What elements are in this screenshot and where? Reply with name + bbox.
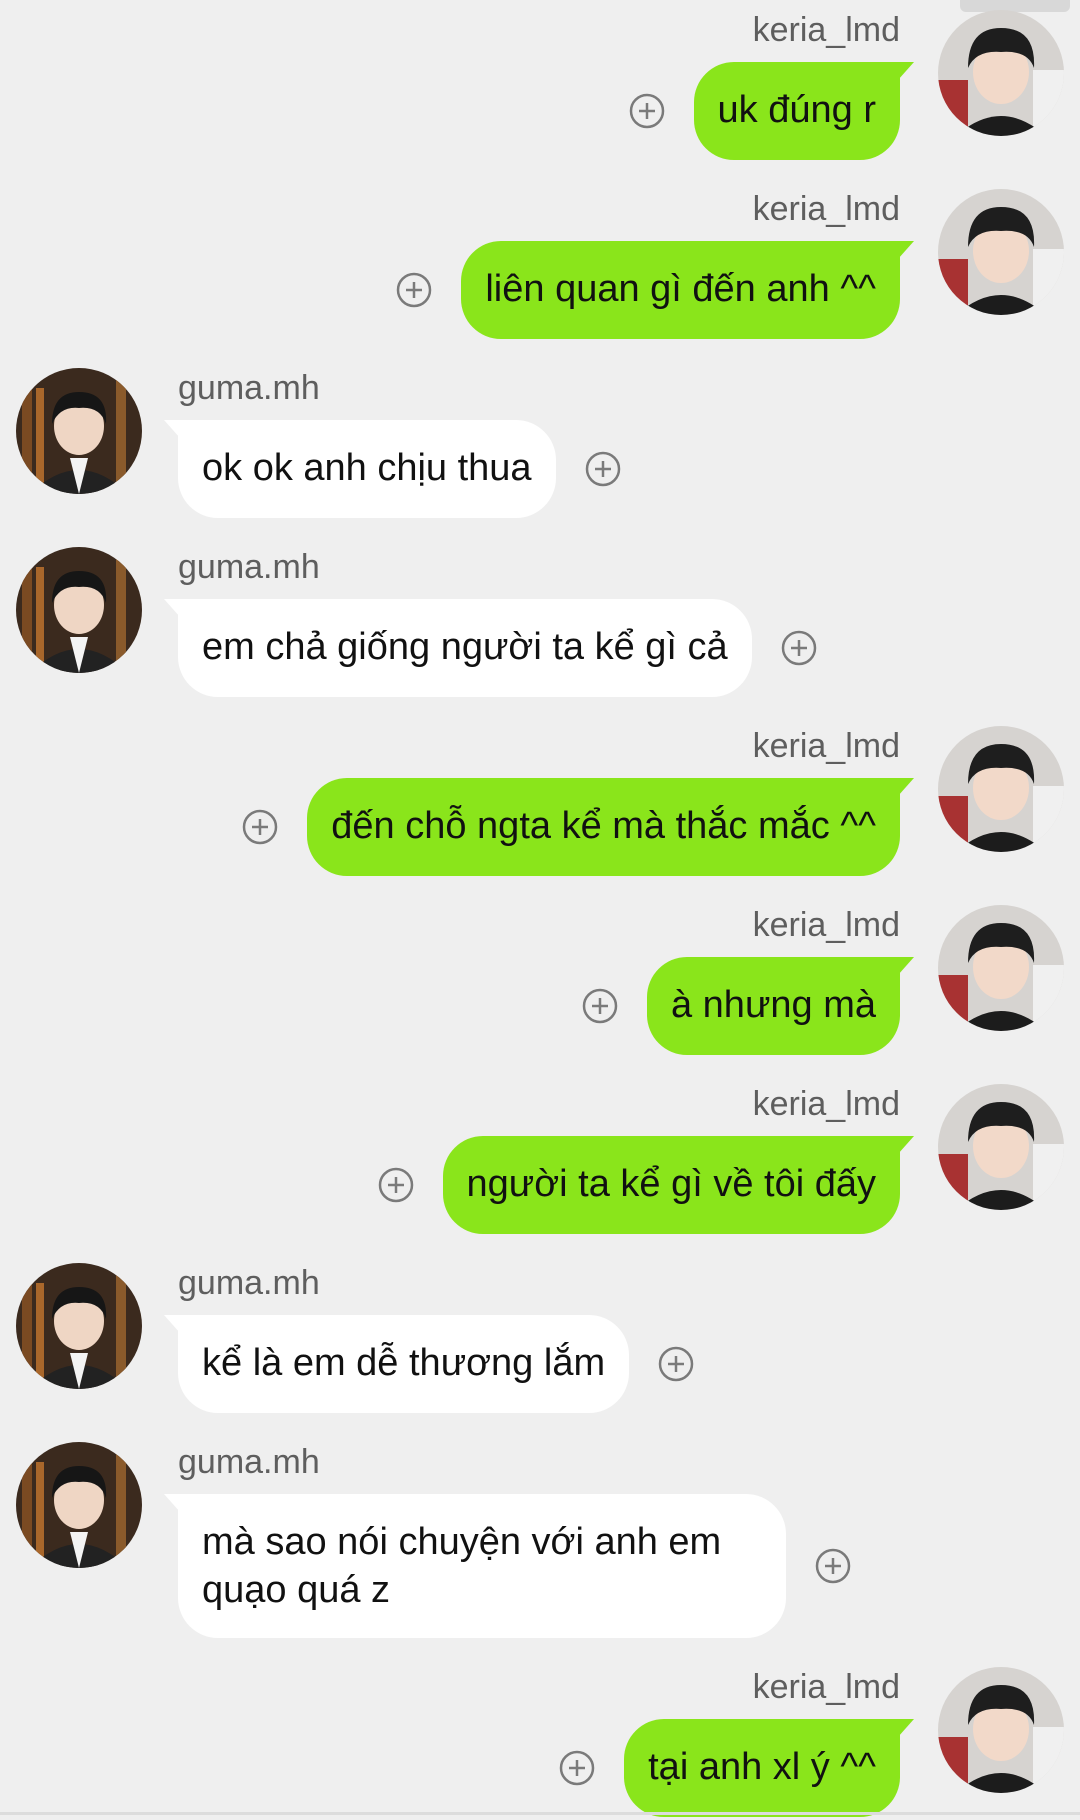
avatar-keria[interactable] bbox=[938, 726, 1064, 852]
avatar-keria-image bbox=[938, 1084, 1064, 1210]
top-cutoff-element bbox=[960, 0, 1070, 12]
message-bubble[interactable]: kể là em dễ thương lắm bbox=[163, 1315, 630, 1413]
message-line: uk đúng r bbox=[628, 62, 915, 160]
sender-name: keria_lmd bbox=[752, 1085, 900, 1123]
message-bubble[interactable]: mà sao nói chuyện với anh em quạo quá z bbox=[164, 1494, 786, 1638]
message-line: em chả giống người ta kể gì cả bbox=[164, 599, 818, 697]
message-bubble[interactable]: ok ok anh chịu thua bbox=[164, 420, 556, 518]
sender-name: guma.mh bbox=[178, 369, 320, 407]
message-line: kể là em dễ thương lắm bbox=[163, 1315, 695, 1413]
message-line: người ta kể gì về tôi đấy bbox=[377, 1136, 915, 1234]
message-bubble[interactable]: uk đúng r bbox=[693, 62, 915, 160]
message-line: ok ok anh chịu thua bbox=[164, 420, 622, 518]
sender-name: guma.mh bbox=[178, 1264, 320, 1302]
plus-circle-icon[interactable] bbox=[780, 629, 818, 667]
avatar-keria[interactable] bbox=[938, 1084, 1064, 1210]
sender-name: keria_lmd bbox=[752, 906, 900, 944]
sender-name: keria_lmd bbox=[752, 727, 900, 765]
message-bubble[interactable]: em chả giống người ta kể gì cả bbox=[164, 599, 752, 697]
plus-circle-icon[interactable] bbox=[558, 1749, 596, 1787]
avatar-keria-image bbox=[938, 726, 1064, 852]
avatar-guma-image bbox=[16, 547, 142, 673]
message-bubble[interactable]: người ta kể gì về tôi đấy bbox=[442, 1136, 915, 1234]
plus-circle-icon[interactable] bbox=[584, 450, 622, 488]
sender-name: keria_lmd bbox=[752, 1668, 900, 1706]
plus-circle-icon[interactable] bbox=[241, 808, 279, 846]
message-bubble[interactable]: à nhưng mà bbox=[646, 957, 915, 1055]
sender-name: guma.mh bbox=[178, 548, 320, 586]
avatar-keria-image bbox=[938, 189, 1064, 315]
message-bubble[interactable]: liên quan gì đến anh ^^ bbox=[461, 241, 914, 339]
avatar-guma-image bbox=[16, 1263, 142, 1389]
avatar-guma[interactable] bbox=[16, 1442, 142, 1568]
message-line: à nhưng mà bbox=[581, 957, 915, 1055]
avatar-keria-image bbox=[938, 905, 1064, 1031]
plus-circle-icon[interactable] bbox=[581, 987, 619, 1025]
avatar-guma[interactable] bbox=[16, 547, 142, 673]
sender-name: keria_lmd bbox=[752, 190, 900, 228]
avatar-keria-image bbox=[938, 10, 1064, 136]
message-line: đến chỗ ngta kể mà thắc mắc ^^ bbox=[241, 778, 914, 876]
plus-circle-icon[interactable] bbox=[657, 1345, 695, 1383]
message-line: tại anh xl ý ^^ bbox=[558, 1719, 914, 1817]
avatar-keria[interactable] bbox=[938, 10, 1064, 136]
plus-circle-icon[interactable] bbox=[377, 1166, 415, 1204]
plus-circle-icon[interactable] bbox=[814, 1547, 852, 1585]
plus-circle-icon[interactable] bbox=[395, 271, 433, 309]
bottom-divider bbox=[0, 1812, 1080, 1815]
message-line: liên quan gì đến anh ^^ bbox=[395, 241, 914, 339]
sender-name: guma.mh bbox=[178, 1443, 320, 1481]
avatar-keria[interactable] bbox=[938, 905, 1064, 1031]
avatar-guma[interactable] bbox=[16, 368, 142, 494]
sender-name: keria_lmd bbox=[752, 11, 900, 49]
avatar-guma-image bbox=[16, 1442, 142, 1568]
avatar-keria-image bbox=[938, 1667, 1064, 1793]
avatar-guma-image bbox=[16, 368, 142, 494]
plus-circle-icon[interactable] bbox=[628, 92, 666, 130]
message-bubble[interactable]: đến chỗ ngta kể mà thắc mắc ^^ bbox=[307, 778, 914, 876]
message-line: mà sao nói chuyện với anh em quạo quá z bbox=[164, 1494, 852, 1638]
avatar-guma[interactable] bbox=[16, 1263, 142, 1389]
avatar-keria[interactable] bbox=[938, 1667, 1064, 1793]
avatar-keria[interactable] bbox=[938, 189, 1064, 315]
message-bubble[interactable]: tại anh xl ý ^^ bbox=[624, 1719, 914, 1817]
